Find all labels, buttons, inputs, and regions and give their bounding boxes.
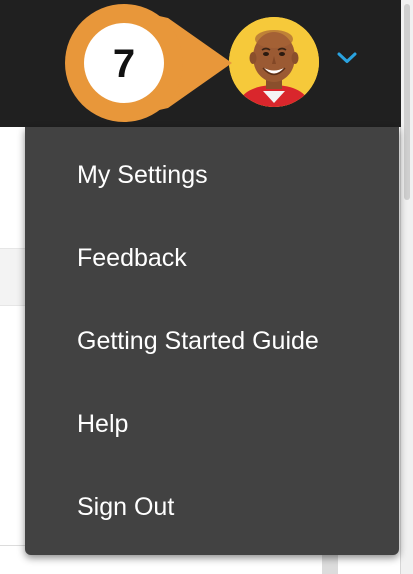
user-avatar[interactable]: [229, 17, 319, 107]
menu-item-feedback[interactable]: Feedback: [25, 217, 399, 300]
scrollbar[interactable]: [404, 4, 410, 200]
step-callout: 7: [60, 0, 238, 126]
chevron-down-icon: [337, 52, 357, 63]
dropdown-toggle[interactable]: [336, 50, 358, 66]
user-dropdown-menu: My Settings Feedback Getting Started Gui…: [25, 127, 399, 555]
menu-item-getting-started-guide[interactable]: Getting Started Guide: [25, 300, 399, 383]
menu-item-sign-out[interactable]: Sign Out: [25, 466, 399, 549]
menu-item-my-settings[interactable]: My Settings: [25, 134, 399, 217]
menu-item-help[interactable]: Help: [25, 383, 399, 466]
avatar-photo-icon: [229, 17, 319, 107]
background-element: [322, 553, 338, 574]
screen: 7 My Settings Feedback Getting Started G…: [0, 0, 413, 574]
background-row: [0, 248, 26, 306]
top-nav-bar: 7: [0, 0, 401, 127]
background-divider: [0, 545, 26, 546]
callout-number: 7: [112, 42, 136, 86]
